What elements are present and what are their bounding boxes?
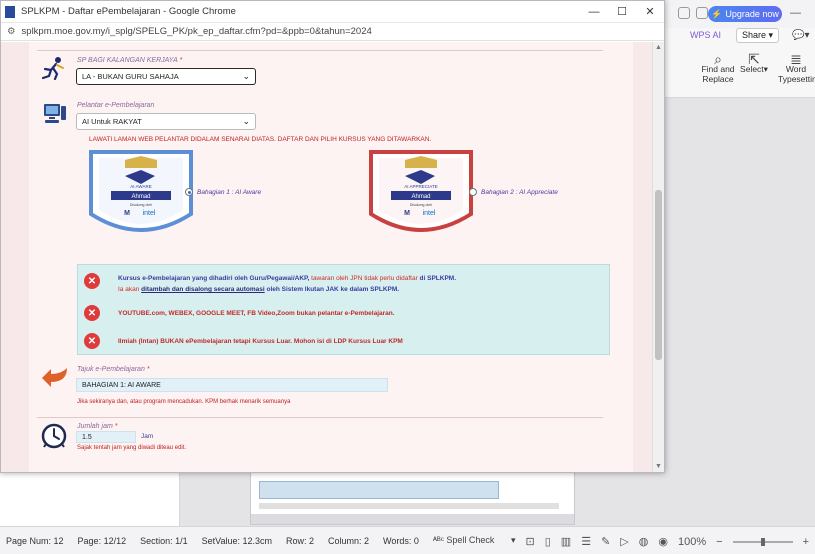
- status-section: Section: 1/1: [140, 535, 188, 546]
- tajuk-input[interactable]: BAHAGIAN 1: AI AWARE: [76, 378, 388, 392]
- page-view-icon[interactable]: ▯: [545, 535, 551, 548]
- spell-check-button[interactable]: ᴬᴮᶜ Spell Check ▾: [433, 535, 516, 546]
- badge1-brand: intel: [143, 210, 156, 217]
- globe-icon[interactable]: ◍: [639, 535, 649, 548]
- pelajar-select[interactable]: LA - BUKAN GURU SAHAJA ⌄: [76, 68, 256, 85]
- scroll-down-icon[interactable]: ▼: [655, 463, 662, 470]
- divider: [37, 417, 603, 418]
- status-row: Row: 2: [286, 535, 315, 546]
- jam-input[interactable]: 1.5: [76, 431, 136, 443]
- info-row-2: ✕ YOUTUBE.com, WEBEX, GOOGLE MEET, FB Vi…: [78, 305, 609, 321]
- status-page-num[interactable]: Page Num: 12: [6, 536, 64, 546]
- eye-icon[interactable]: ◉: [658, 535, 668, 548]
- error-x-icon: ✕: [84, 305, 100, 321]
- badge2-brand: intel: [423, 210, 436, 217]
- browser-popup-window: SPLKPM - Daftar ePembelajaran - Google C…: [0, 0, 665, 473]
- vertical-scrollbar[interactable]: ▲ ▼: [652, 42, 664, 472]
- share-button[interactable]: Share ▾: [736, 28, 780, 43]
- svg-text:M: M: [124, 210, 130, 217]
- outline-icon[interactable]: ⊡: [526, 535, 535, 548]
- url-text: splkpm.moe.gov.my/i_splg/SPELG_PK/pk_ep_…: [21, 26, 372, 37]
- typesetting-icon: ≣: [790, 51, 802, 67]
- option-bahagian-2[interactable]: Bahagian 2 : AI Appreciate: [469, 188, 558, 196]
- error-x-icon: ✕: [84, 333, 100, 349]
- status-column: Column: 2: [328, 535, 370, 546]
- bolt-icon: ⚡: [711, 8, 723, 19]
- computer-icon: [44, 104, 66, 123]
- chevron-down-icon: ⌄: [242, 71, 250, 81]
- wps-quick-icons: [678, 7, 708, 19]
- zoom-slider[interactable]: [732, 537, 793, 546]
- columns-icon[interactable]: ▥: [561, 535, 571, 548]
- info-notice-box: ✕ Kursus e-Pembelajaran yang dihadiri ol…: [77, 264, 610, 355]
- comment-icon[interactable]: 💬▾: [792, 30, 809, 41]
- platform-instruction: LAWATI LAMAN WEB PELANTAR DIDALAM SENARA…: [89, 136, 432, 143]
- tajuk-label: Tajuk e-Pembelajaran *: [77, 366, 150, 373]
- curved-arrow-icon: [42, 368, 67, 387]
- find-replace-button[interactable]: ⌕ Find and Replace: [700, 51, 736, 84]
- badge1-name: Ahmad: [131, 194, 150, 200]
- wps-ai-button[interactable]: WPS AI: [690, 30, 721, 40]
- pen-icon[interactable]: ✎: [601, 535, 610, 548]
- info-row-1: ✕ Kursus e-Pembelajaran yang dihadiri ol…: [78, 273, 609, 295]
- embedded-screenshot: [250, 470, 575, 525]
- scrollbar-thumb[interactable]: [655, 190, 662, 360]
- platform-select[interactable]: AI Untuk RAKYAT ⌄: [76, 113, 256, 130]
- zoom-level[interactable]: 100%: [678, 536, 706, 548]
- error-x-icon: ✕: [84, 273, 100, 289]
- more-icon[interactable]: —: [790, 7, 801, 19]
- badge2-sub: Disokong oleh: [410, 203, 432, 207]
- zoom-in-icon[interactable]: +: [803, 536, 809, 548]
- upgrade-button[interactable]: ⚡ Upgrade now: [708, 6, 782, 22]
- clock-icon: [41, 423, 67, 449]
- close-button[interactable]: ✕: [636, 5, 664, 18]
- jam-label: Jumlah jam *: [77, 423, 118, 430]
- list-icon[interactable]: ☰: [581, 535, 591, 548]
- badge2-name: Ahmad: [411, 194, 430, 200]
- ai-aware-badge: AI AWARE Ahmad Disokong oleh intel M: [89, 150, 193, 232]
- form-page: SP BAGI KALANGAN KERJAYA * LA - BUKAN GU…: [29, 42, 633, 472]
- status-bar: Page Num: 12 Page: 12/12 Section: 1/1 Se…: [0, 526, 815, 554]
- divider: [37, 50, 603, 51]
- radio-selected[interactable]: [185, 188, 193, 196]
- jam-note: Sajak tentah jam yang diwadi diteau edit…: [77, 445, 187, 451]
- play-icon[interactable]: ▷: [620, 535, 628, 548]
- badge1-sub: Disokong oleh: [130, 203, 152, 207]
- address-bar[interactable]: ⚙ splkpm.moe.gov.my/i_splg/SPELG_PK/pk_e…: [1, 23, 664, 41]
- browser-titlebar: SPLKPM - Daftar ePembelajaran - Google C…: [1, 1, 664, 23]
- radio-unselected[interactable]: [469, 188, 477, 196]
- select-button[interactable]: ⇱ Select▾: [740, 51, 768, 74]
- jam-unit: Jam: [141, 433, 154, 440]
- search-icon: ⌕: [714, 51, 722, 67]
- maximize-button[interactable]: ☐: [608, 5, 636, 18]
- window-title: SPLKPM - Daftar ePembelajaran - Google C…: [21, 6, 236, 17]
- status-setvalue: SetValue: 12.3cm: [201, 535, 272, 546]
- pelajar-label: SP BAGI KALANGAN KERJAYA *: [77, 57, 183, 64]
- badge1-tag: AI AWARE: [130, 184, 151, 189]
- site-favicon-icon: [5, 5, 15, 18]
- info-row-3: ✕ Ilmiah (Intan) BUKAN ePembelajaran tet…: [78, 333, 609, 349]
- status-words[interactable]: Words: 0: [383, 536, 419, 546]
- ai-appreciate-badge: AI APPRECIATE Ahmad Disokong oleh intel …: [369, 150, 473, 232]
- runner-icon: [41, 57, 64, 80]
- scroll-up-icon[interactable]: ▲: [655, 44, 662, 51]
- word-typesetting-button[interactable]: ≣ Word Typesetting: [778, 51, 815, 84]
- window-icon[interactable]: [678, 7, 690, 19]
- zoom-out-icon[interactable]: −: [716, 536, 722, 548]
- chevron-down-icon: ⌄: [242, 116, 250, 126]
- status-page[interactable]: Page: 12/12: [78, 536, 127, 546]
- tajuk-note: Jika sekiranya dan, atau program mencadu…: [77, 399, 291, 405]
- minimize-button[interactable]: —: [580, 6, 608, 18]
- badge2-tag: AI APPRECIATE: [404, 184, 437, 189]
- platform-label: Pelantar e-Pembelajaran: [77, 102, 155, 109]
- status-icons: ⊡ ▯ ▥ ☰ ✎ ▷ ◍ ◉ 100% − +: [526, 535, 809, 549]
- site-info-icon[interactable]: ⚙: [7, 26, 16, 37]
- page-viewport: SP BAGI KALANGAN KERJAYA * LA - BUKAN GU…: [1, 42, 664, 472]
- option-bahagian-1[interactable]: Bahagian 1 : AI Aware: [185, 188, 261, 196]
- cursor-icon: ⇱: [748, 51, 760, 67]
- tabs-icon[interactable]: [696, 7, 708, 19]
- svg-text:M: M: [404, 210, 410, 217]
